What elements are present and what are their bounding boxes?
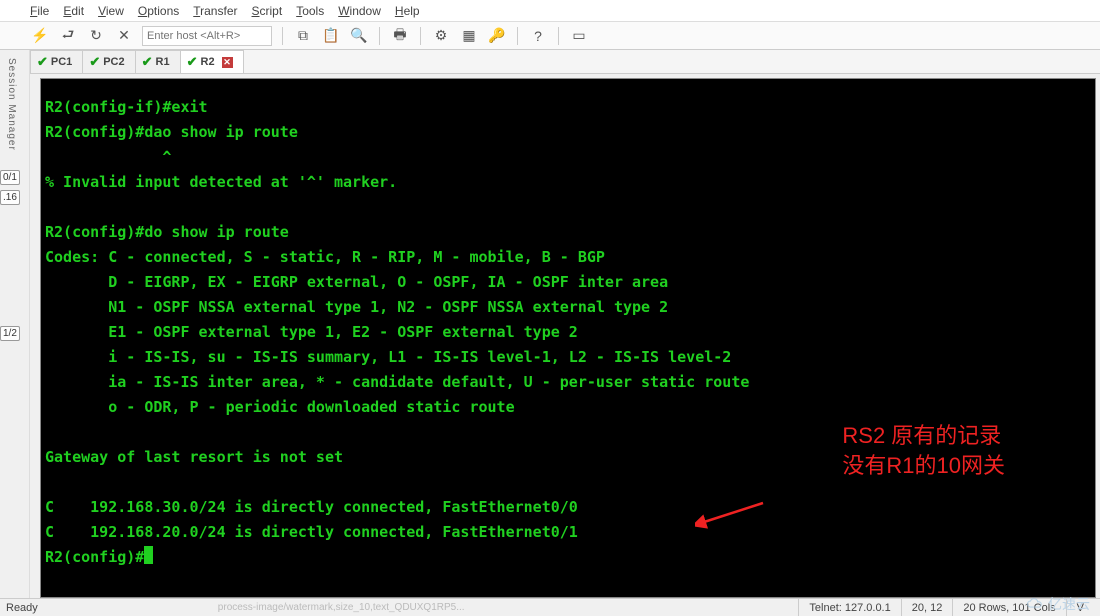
reconnect-icon[interactable]: ↻ <box>86 26 106 46</box>
tab-pc2[interactable]: ✔ PC2 <box>82 50 135 73</box>
check-icon: ✔ <box>187 54 198 70</box>
enter-host-input[interactable] <box>142 26 272 46</box>
side-label-1-2: 1/2 <box>0 326 20 341</box>
disconnect-icon[interactable]: ✕ <box>114 26 134 46</box>
session-tab-bar: ✔ PC1 ✔ PC2 ✔ R1 ✔ R2 ✕ <box>0 50 1100 74</box>
paste-icon[interactable]: 📋 <box>321 26 341 46</box>
menu-bar: File Edit View Options Transfer Script T… <box>0 0 1100 22</box>
status-cursor: 20, 12 <box>901 599 953 616</box>
menu-edit[interactable]: Edit <box>63 4 84 18</box>
tab-label: PC2 <box>103 56 124 68</box>
status-bar: Ready process-image/watermark,size_10,te… <box>0 598 1100 616</box>
annotation-line1: RS2 原有的记录 <box>842 421 1005 451</box>
find-icon[interactable]: 🔍 <box>349 26 369 46</box>
menu-options[interactable]: Options <box>138 4 179 18</box>
help-icon[interactable]: ? <box>528 26 548 46</box>
watermark: 亿速云 <box>1026 594 1090 614</box>
menu-script[interactable]: Script <box>252 4 283 18</box>
check-icon: ✔ <box>89 54 100 70</box>
session-manager-panel: Session Manager 0/1 .16 1/2 <box>0 50 30 598</box>
check-icon: ✔ <box>37 54 48 70</box>
tab-r1[interactable]: ✔ R1 <box>135 50 181 73</box>
status-ready: Ready <box>6 602 38 614</box>
menu-tools[interactable]: Tools <box>296 4 324 18</box>
terminal-frame: R2(config-if)#exit R2(config)#dao show i… <box>40 78 1096 598</box>
annotation-line2: 没有R1的10网关 <box>842 451 1005 481</box>
tab-label: PC1 <box>51 56 72 68</box>
annotation-text: RS2 原有的记录 没有R1的10网关 <box>842 421 1005 481</box>
status-telnet: Telnet: 127.0.0.1 <box>798 599 900 616</box>
ghost-text: process-image/watermark,size_10,text_QDU… <box>38 602 799 613</box>
tab-r2[interactable]: ✔ R2 ✕ <box>180 50 244 73</box>
menu-file[interactable]: File <box>30 4 49 18</box>
tab-label: R1 <box>156 56 170 68</box>
settings-icon[interactable]: ⚙ <box>431 26 451 46</box>
terminal[interactable]: R2(config-if)#exit R2(config)#dao show i… <box>41 79 1095 597</box>
close-icon[interactable]: ✕ <box>222 57 233 68</box>
tab-label: R2 <box>201 56 215 68</box>
print-icon[interactable]: 🖶 <box>390 26 410 46</box>
menu-view[interactable]: View <box>98 4 124 18</box>
watermark-text: 亿速云 <box>1048 594 1090 614</box>
menu-help[interactable]: Help <box>395 4 420 18</box>
tab-pc1[interactable]: ✔ PC1 <box>30 50 83 73</box>
session-icon[interactable]: ▦ <box>459 26 479 46</box>
copy-icon[interactable]: ⧉ <box>293 26 313 46</box>
quick-connect-icon[interactable]: ⮐ <box>58 26 78 46</box>
window-icon[interactable]: ▭ <box>569 26 589 46</box>
connect-icon[interactable]: ⚡ <box>30 26 50 46</box>
terminal-cursor <box>144 546 153 564</box>
menu-window[interactable]: Window <box>338 4 381 18</box>
menu-transfer[interactable]: Transfer <box>193 4 237 18</box>
check-icon: ✔ <box>142 54 153 70</box>
side-label-0-1: 0/1 <box>0 170 20 185</box>
session-manager-label[interactable]: Session Manager <box>0 50 23 159</box>
cloud-icon <box>1026 597 1044 611</box>
side-label-16: .16 <box>0 190 20 205</box>
key-icon[interactable]: 🔑 <box>487 26 507 46</box>
toolbar: ⚡ ⮐ ↻ ✕ ⧉ 📋 🔍 🖶 ⚙ ▦ 🔑 ? ▭ <box>0 22 1100 50</box>
